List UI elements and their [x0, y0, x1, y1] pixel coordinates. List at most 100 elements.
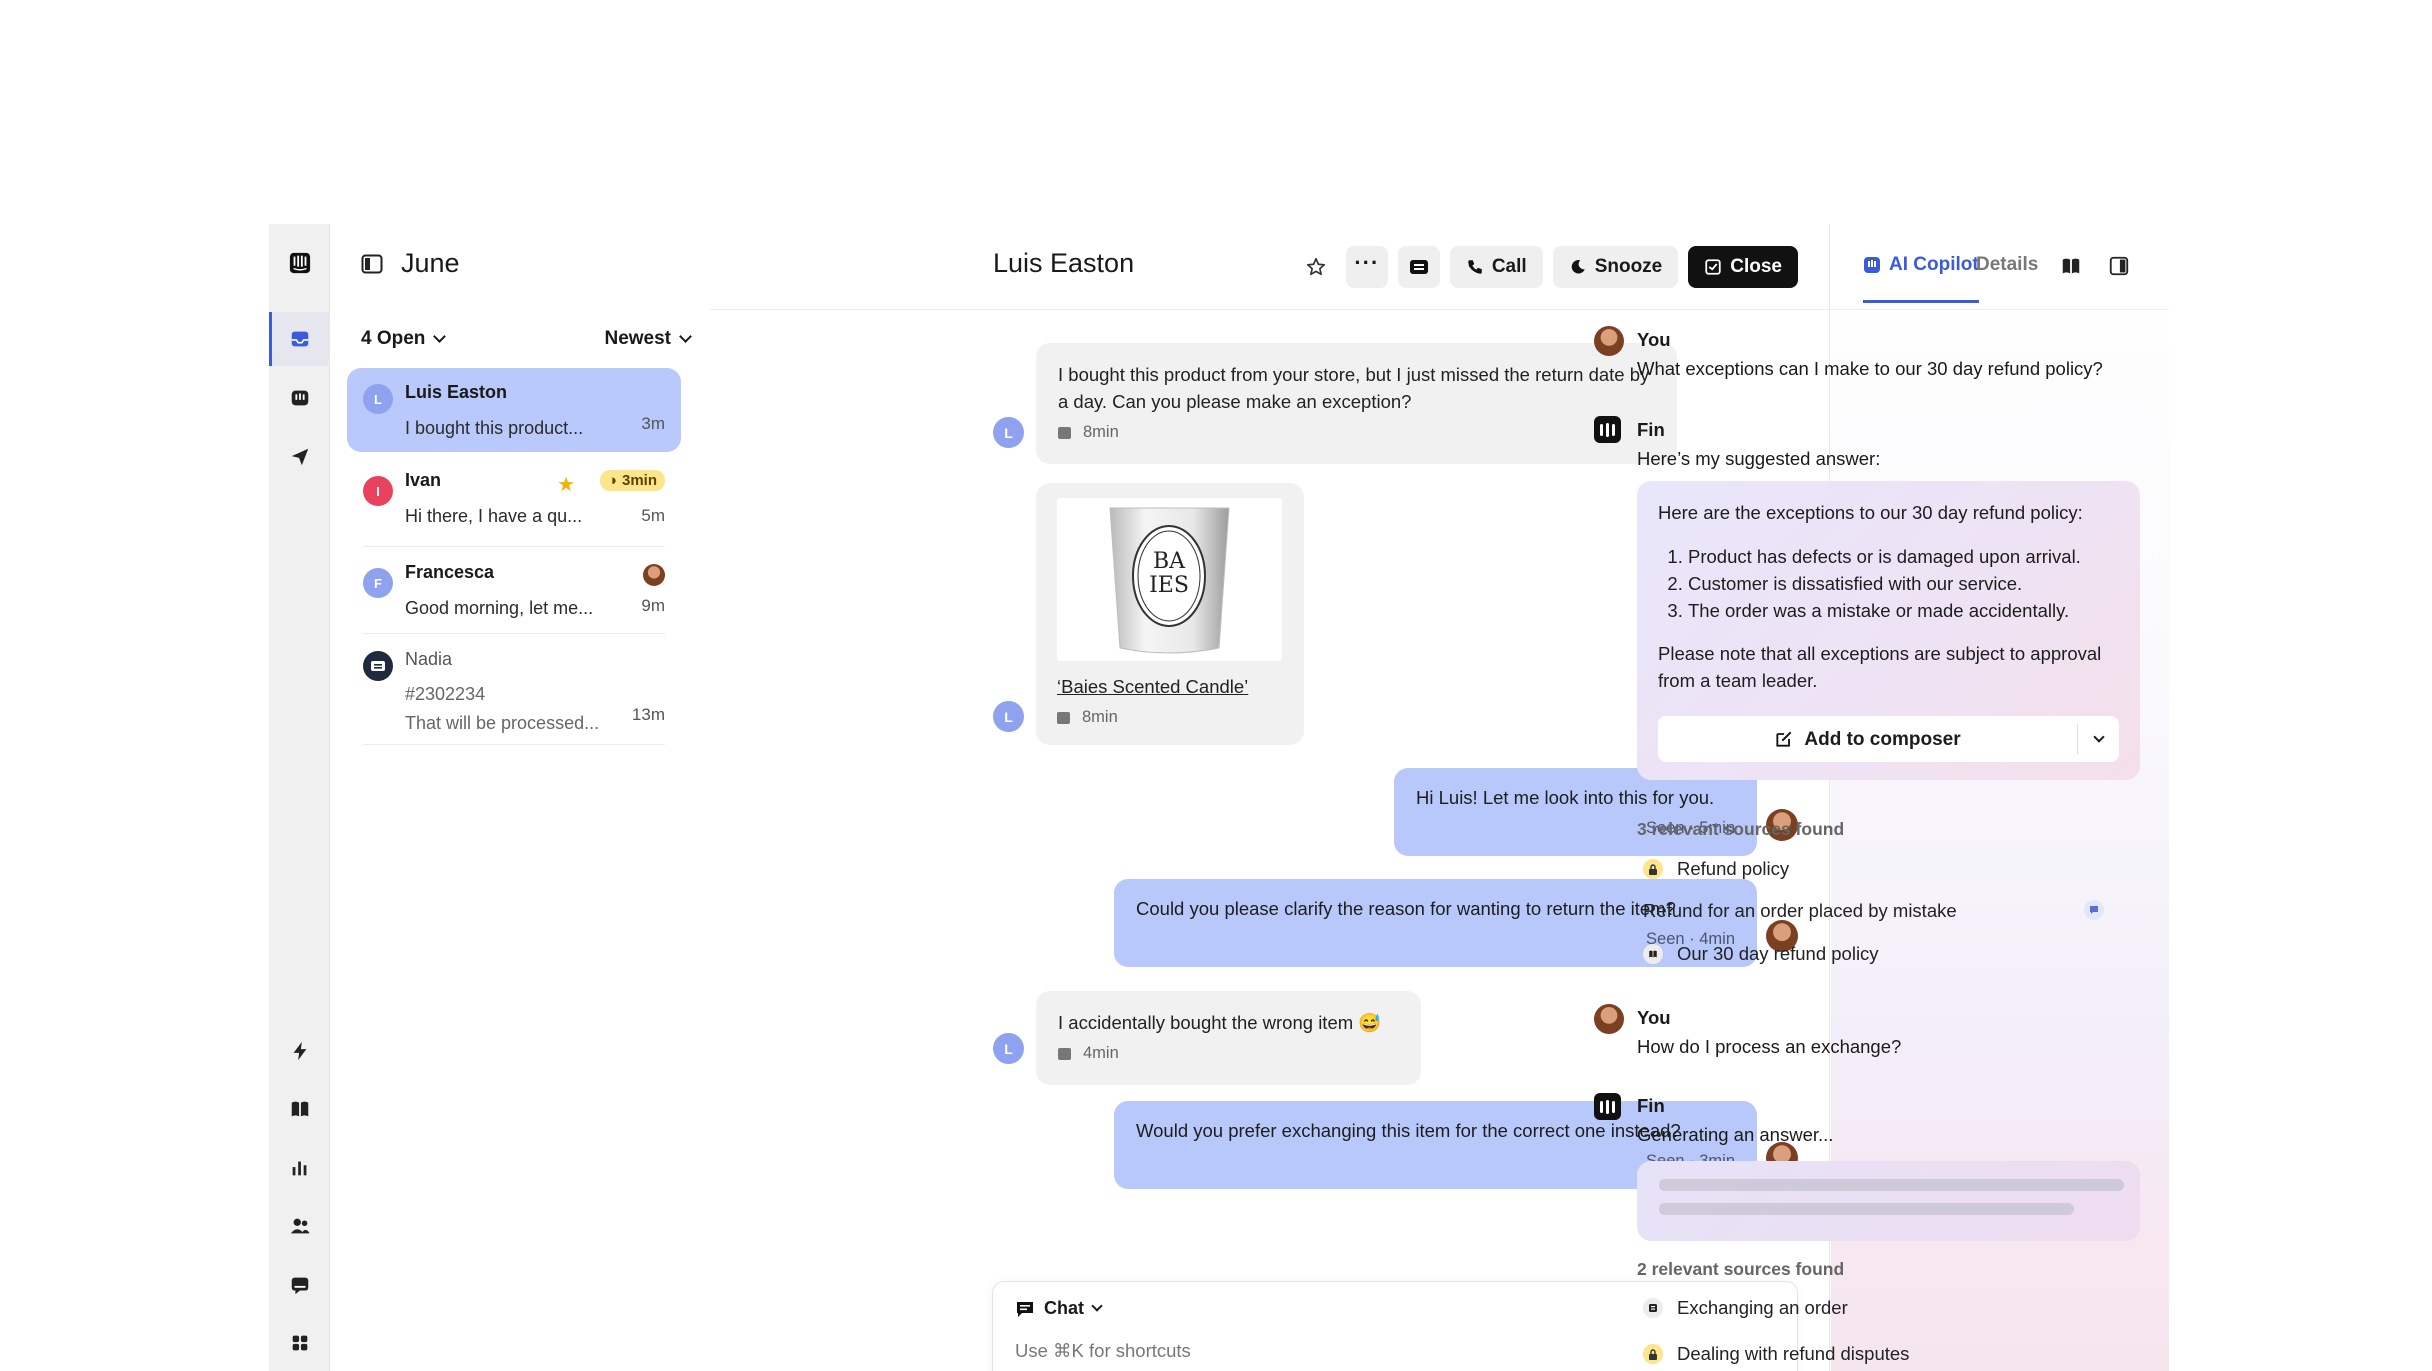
- chat-channel-icon: [1058, 426, 1071, 439]
- conversation-time: 13m: [631, 705, 665, 724]
- conversation-toolbar: ··· Call Snooze Close: [1296, 246, 1798, 288]
- edit-compose-icon: [1776, 731, 1792, 747]
- composer-placeholder: Use ⌘K for shortcuts: [1015, 1340, 1191, 1361]
- conversation-preview: Good morning, let me...: [405, 598, 594, 618]
- open-filter-dropdown[interactable]: 4 Open: [361, 328, 447, 350]
- user-avatar: [1594, 326, 1624, 356]
- star-button[interactable]: [1296, 246, 1336, 288]
- divider: [363, 546, 665, 547]
- message-time: 4min: [1083, 1044, 1119, 1062]
- reports-chart-icon[interactable]: [269, 1141, 330, 1195]
- source-item[interactable]: Our 30 day refund policy: [1643, 943, 1879, 965]
- divider: [363, 633, 665, 634]
- lock-icon: [1643, 859, 1663, 879]
- inbox-icon[interactable]: [269, 312, 330, 366]
- star-outline-icon: [1306, 257, 1325, 276]
- conversation-time: 9m: [641, 596, 665, 615]
- product-link[interactable]: ‘Baies Scented Candle’: [1057, 673, 1283, 700]
- question-author: You: [1637, 329, 1671, 350]
- chat-channel-icon: [1057, 711, 1070, 724]
- svg-text:BA: BA: [1153, 549, 1186, 574]
- conversation-item-ivan[interactable]: I Ivan ★ ◑ 3min Hi there, I have a qu... …: [347, 456, 681, 547]
- answer-author: Fin: [1637, 419, 1665, 440]
- ticket-avatar-icon: [363, 651, 393, 681]
- copilot-answer-2: Fin Generating an answer...: [1637, 1092, 1833, 1148]
- convert-ticket-button[interactable]: [1397, 246, 1440, 288]
- snooze-button[interactable]: Snooze: [1552, 246, 1679, 288]
- copilot-answer-1: Fin Here’s my suggested answer:: [1637, 416, 1880, 472]
- conversation-item-luis[interactable]: L Luis Easton I bought this product... 3…: [347, 368, 681, 452]
- product-image[interactable]: BA IES: [1057, 498, 1282, 661]
- tab-label: Details: [1976, 254, 2039, 275]
- messages-icon[interactable]: [269, 1258, 330, 1312]
- conversation-header: Luis Easton ··· Call Snooze Close: [710, 224, 1829, 310]
- conversation-item-francesca[interactable]: F Francesca Good morning, let me... 9m: [347, 548, 681, 634]
- suggested-answer-card: Here are the exceptions to our 30 day re…: [1637, 481, 2140, 780]
- article-book-icon: [1643, 944, 1663, 964]
- message-agent: Hi Luis! Let me look into this for you. …: [1394, 768, 1757, 856]
- source-item[interactable]: Exchanging an order: [1643, 1297, 1848, 1319]
- apps-grid-icon[interactable]: [269, 1316, 330, 1370]
- contacts-people-icon[interactable]: [269, 1199, 330, 1253]
- message-customer: I accidentally bought the wrong item 😅 4…: [1036, 991, 1421, 1085]
- source-item[interactable]: Refund for an order placed by mistake: [1643, 900, 2104, 922]
- nav-rail: [269, 224, 330, 1371]
- avatar: L: [363, 384, 393, 414]
- source-title: Exchanging an order: [1677, 1297, 1848, 1318]
- avatar: L: [993, 417, 1024, 448]
- svg-text:IES: IES: [1149, 573, 1189, 598]
- add-options-dropdown[interactable]: [2077, 724, 2119, 754]
- question-text: How do I process an exchange?: [1637, 1036, 1902, 1057]
- add-to-composer-main[interactable]: Add to composer: [1658, 726, 2077, 753]
- channel-dropdown[interactable]: Chat: [1015, 1298, 1103, 1319]
- message-customer: I bought this product from your store, b…: [1036, 343, 1677, 464]
- logo-icon[interactable]: [269, 236, 330, 290]
- sort-dropdown[interactable]: Newest: [604, 328, 692, 350]
- panel-layout-icon[interactable]: [2108, 255, 2130, 277]
- source-title: Refund policy: [1677, 858, 1790, 879]
- generating-placeholder-card: [1637, 1161, 2140, 1241]
- knowledge-book-icon[interactable]: [2060, 255, 2082, 277]
- chevron-down-icon: [2092, 730, 2105, 743]
- source-title: Our 30 day refund policy: [1677, 943, 1879, 964]
- outbound-send-icon[interactable]: [269, 430, 330, 484]
- conversation-name: Francesca: [405, 562, 495, 582]
- snooze-badge: ◑ 3min: [599, 470, 665, 491]
- article-icon: [1643, 1298, 1663, 1318]
- snooze-badge-label: 3min: [621, 472, 657, 489]
- open-filter-label: 4 Open: [361, 328, 426, 349]
- message-meta: 8min: [1057, 704, 1283, 731]
- chat-bubble-icon: [1017, 1301, 1033, 1317]
- message-text: Hi Luis! Let me look into this for you.: [1416, 787, 1715, 808]
- add-to-composer-button[interactable]: Add to composer: [1658, 716, 2119, 762]
- message-time: 8min: [1082, 708, 1118, 726]
- source-title: Dealing with refund disputes: [1677, 1343, 1910, 1364]
- assignee-avatar: [643, 564, 665, 586]
- knowledge-book-icon[interactable]: [269, 1082, 330, 1136]
- sidebar-toggle-icon[interactable]: [361, 254, 383, 274]
- conversation-item-nadia[interactable]: Nadia #2302234 That will be processed...…: [347, 635, 681, 745]
- tab-details[interactable]: Details: [1976, 254, 2038, 276]
- avatar: F: [363, 568, 393, 598]
- chevron-down-icon: [433, 330, 447, 343]
- conversation-time: 5m: [641, 506, 665, 525]
- source-item[interactable]: Dealing with refund disputes: [1643, 1343, 1909, 1365]
- copilot-question-1: You What exceptions can I make to our 30…: [1637, 326, 2103, 382]
- fin-bot-icon[interactable]: [269, 371, 330, 425]
- conversation-preview: I bought this product...: [405, 418, 584, 438]
- source-title: Refund for an order placed by mistake: [1643, 900, 1957, 921]
- fin-logo-icon: [1594, 1093, 1621, 1120]
- ticket-icon: [1409, 260, 1428, 274]
- close-conversation-button[interactable]: Close: [1688, 246, 1798, 288]
- bolt-icon[interactable]: [269, 1024, 330, 1078]
- source-item[interactable]: Refund policy: [1643, 858, 1789, 880]
- tab-ai-copilot[interactable]: AI Copilot: [1863, 254, 1979, 303]
- inbox-check-icon: [1705, 259, 1721, 275]
- channel-label: Chat: [1044, 1298, 1084, 1318]
- sort-label: Newest: [604, 328, 671, 349]
- answer-intro: Here’s my suggested answer:: [1637, 448, 1881, 469]
- snooze-label: Snooze: [1594, 256, 1663, 277]
- call-button[interactable]: Call: [1449, 246, 1543, 288]
- skeleton-line: [1659, 1203, 2074, 1215]
- more-options-button[interactable]: ···: [1345, 246, 1388, 288]
